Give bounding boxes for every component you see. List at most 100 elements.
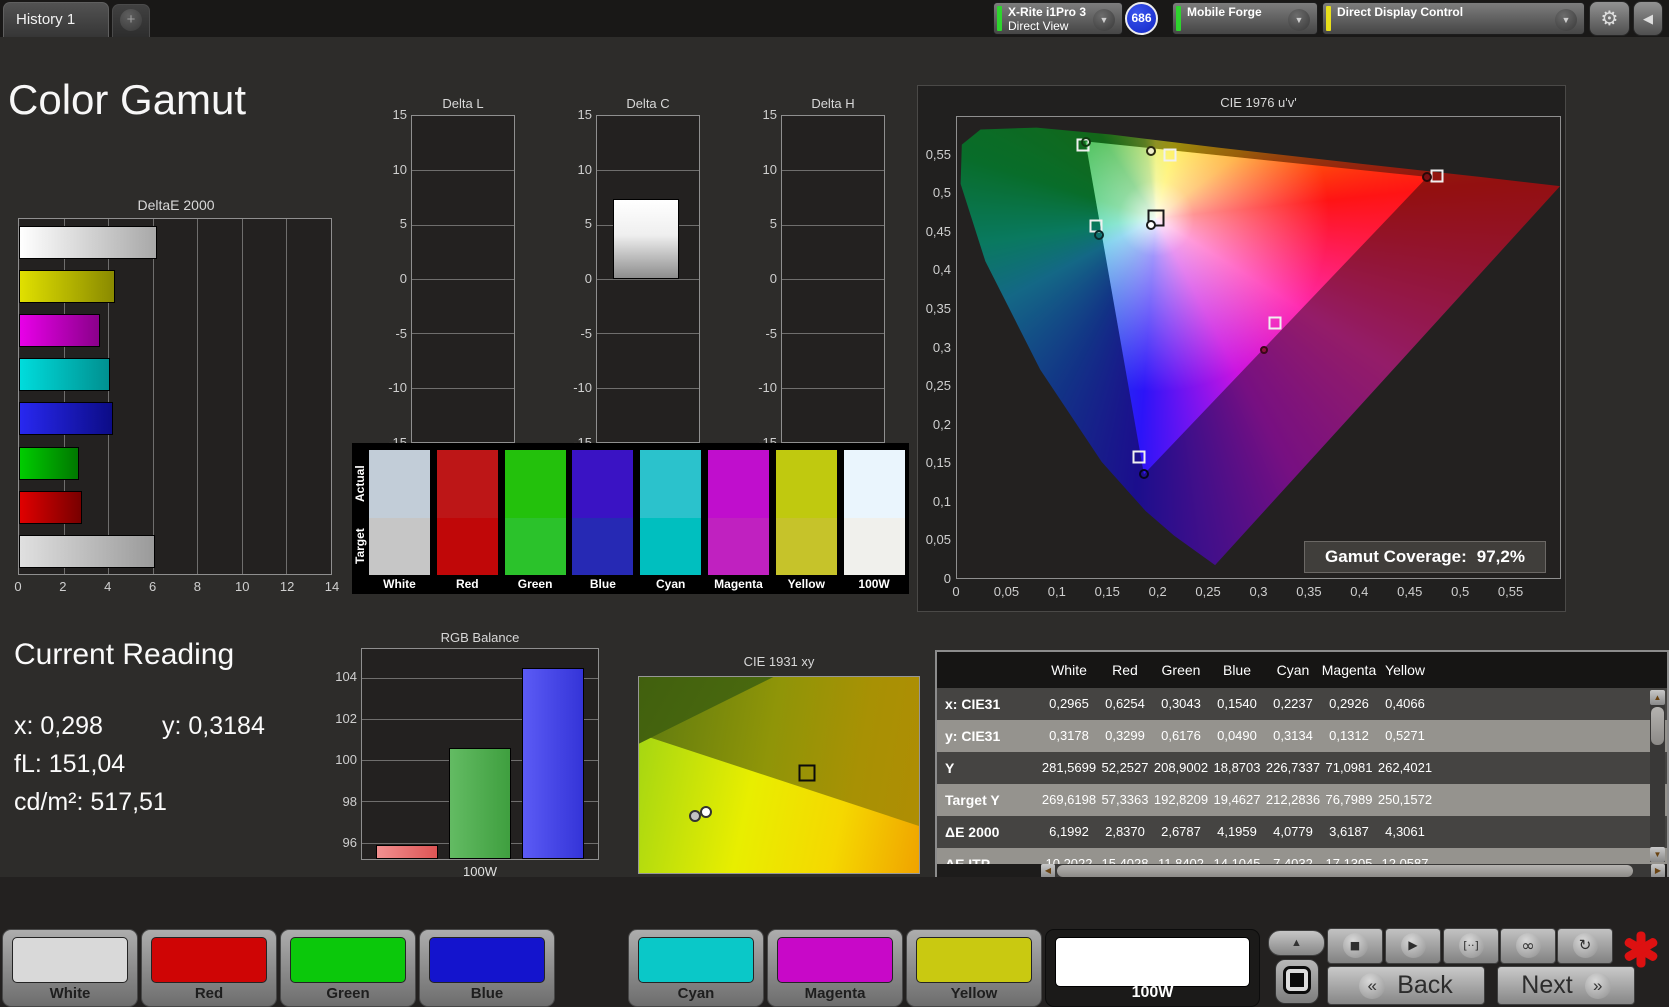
actual-row-label: Actual <box>353 465 367 503</box>
scroll-right-button[interactable]: ▶ <box>1651 864 1665 878</box>
meter-count-badge: 686 <box>1125 2 1158 35</box>
display-control-dropdown[interactable]: Direct Display Control ▼ <box>1322 2 1585 35</box>
actual-marker-blue <box>1138 469 1149 480</box>
gear-icon: ⚙ <box>1600 6 1619 30</box>
delta_c-bar <box>613 198 679 279</box>
actual-marker-red <box>1422 171 1433 182</box>
pattern-button-green[interactable]: Green <box>280 929 416 1007</box>
gridline <box>597 279 699 280</box>
tab-history-1[interactable]: History 1 <box>3 2 109 37</box>
results-table: White Red Green Blue Cyan Magenta Yellow x: CI… <box>935 650 1669 882</box>
play-button[interactable]: ▶ <box>1385 928 1441 964</box>
y-tick-label: 0,5 <box>932 185 951 201</box>
chart-delta-h: Delta H 100W 151050-5-10-15 <box>753 96 891 468</box>
table-cell: 7,4032 <box>1273 856 1313 864</box>
target-swatch-cyan <box>640 518 702 575</box>
pattern-button-yellow[interactable]: Yellow <box>906 929 1042 1007</box>
table-cell: 4,1959 <box>1217 824 1257 839</box>
scroll-left-button[interactable]: ◀ <box>1041 864 1055 878</box>
pattern-button-magenta[interactable]: Magenta <box>767 929 903 1007</box>
deltae2000-xaxis: 0 2 4 6 8 10 12 14 <box>14 579 339 597</box>
table-cell: 52,2527 <box>1101 760 1149 775</box>
y-tick-label: 98 <box>342 793 357 809</box>
gridline <box>597 170 699 172</box>
x-tick-label: 2 <box>59 579 67 594</box>
pattern-button-red[interactable]: Red <box>141 929 277 1007</box>
actual-marker-green <box>1080 136 1091 147</box>
target-swatch-yellow <box>775 518 837 575</box>
stop-button[interactable]: ■ <box>1327 928 1383 964</box>
collapse-left-icon: ◀ <box>1643 11 1653 26</box>
cie1931-actual-circle-2 <box>699 806 712 819</box>
scroll-right-icon: ▶ <box>1654 866 1662 875</box>
pattern-size-button[interactable]: [··] <box>1443 928 1499 964</box>
pattern-button-100w[interactable]: 100W <box>1045 929 1260 1007</box>
pattern-swatch <box>1055 937 1250 987</box>
scroll-up-icon: ▲ <box>1653 693 1662 702</box>
cie1976-markers <box>957 117 1560 578</box>
next-button[interactable]: Next » <box>1497 966 1635 1005</box>
table-vertical-scrollbar[interactable]: ▲ ▼ <box>1650 690 1665 862</box>
deltae-bar-blue <box>19 402 113 436</box>
pattern-up-button[interactable]: ▲ <box>1268 930 1325 956</box>
table-column-header: Magenta <box>1321 662 1377 678</box>
loop-button[interactable]: ∞ <box>1500 928 1556 964</box>
gamut-coverage-label: Gamut Coverage: <box>1325 547 1467 566</box>
rgb-bar-red <box>376 844 438 859</box>
swatch-label: Yellow <box>787 577 825 591</box>
chevron-down-icon[interactable]: ▼ <box>1555 9 1577 31</box>
table-row-label: Target Y <box>945 792 1000 808</box>
swatch-label: White <box>383 577 416 591</box>
source-dropdown[interactable]: Mobile Forge ▼ <box>1172 2 1318 35</box>
table-cell: 18,8703 <box>1213 760 1261 775</box>
pattern-swatch <box>429 937 545 983</box>
next-button-label: Next <box>1521 971 1573 999</box>
pattern-window-button[interactable] <box>1275 959 1319 1004</box>
x-tick-label: 0,4 <box>1350 584 1369 599</box>
y-tick-label: 0,15 <box>925 455 951 471</box>
table-column-header: Green <box>1161 662 1201 678</box>
chevron-down-icon[interactable]: ▼ <box>1288 9 1310 31</box>
add-tab-button[interactable]: + <box>112 4 150 37</box>
actual-marker-magenta <box>1259 345 1268 354</box>
pattern-button-white[interactable]: White <box>2 929 138 1007</box>
pattern-button-label: Red <box>194 985 224 1002</box>
scroll-thumb[interactable] <box>1651 707 1664 745</box>
table-horizontal-scrollbar[interactable]: ◀ ▶ <box>1041 864 1665 878</box>
table-cell: 269,6198 <box>1041 792 1097 807</box>
meter-dropdown[interactable]: X-Rite i1Pro 3 Direct View ▼ <box>993 2 1123 35</box>
back-button[interactable]: « Back <box>1327 966 1485 1005</box>
gridline <box>782 224 884 226</box>
gridline <box>412 387 514 389</box>
gridline <box>412 224 514 226</box>
table-row: ΔE 2000 6,1992 2,8370 2,6787 4,1959 4,0779 3,6… <box>937 816 1667 848</box>
pattern-size-icon: [··] <box>1458 933 1484 958</box>
gridline <box>412 279 514 280</box>
gridline <box>782 170 884 172</box>
scroll-up-button[interactable]: ▲ <box>1650 690 1665 705</box>
table-cell: 17,1305 <box>1325 856 1373 864</box>
target-marker-red <box>1430 169 1444 183</box>
y-tick-label: 0,35 <box>925 300 951 316</box>
deltae-bar-magenta <box>19 314 100 348</box>
table-cell: 15,4028 <box>1101 856 1149 864</box>
pattern-button-blue[interactable]: Blue <box>419 929 555 1007</box>
gridline <box>412 170 514 172</box>
scroll-down-button[interactable]: ▼ <box>1650 847 1665 862</box>
collapse-panel-button[interactable]: ◀ <box>1633 1 1663 36</box>
y-tick-label: 0 <box>769 271 777 286</box>
settings-button[interactable]: ⚙ <box>1589 1 1630 36</box>
scroll-thumb[interactable] <box>1057 865 1633 877</box>
chart-title: Delta H <box>811 96 855 111</box>
actual-target-swatch-strip: Actual Target White Red Green Blue Cyan Magen… <box>352 443 909 594</box>
pattern-button-label: Green <box>326 985 370 1002</box>
table-cell: 19,4627 <box>1213 792 1261 807</box>
gridline <box>782 333 884 335</box>
rgb-plot <box>361 648 599 860</box>
chevron-down-icon[interactable]: ▼ <box>1093 9 1115 31</box>
pattern-button-label: White <box>49 985 91 1002</box>
y-tick-label: 0,25 <box>925 378 951 394</box>
pattern-button-cyan[interactable]: Cyan <box>628 929 764 1007</box>
refresh-button[interactable]: ↻ <box>1557 928 1613 964</box>
swatch-label: Blue <box>589 577 616 591</box>
